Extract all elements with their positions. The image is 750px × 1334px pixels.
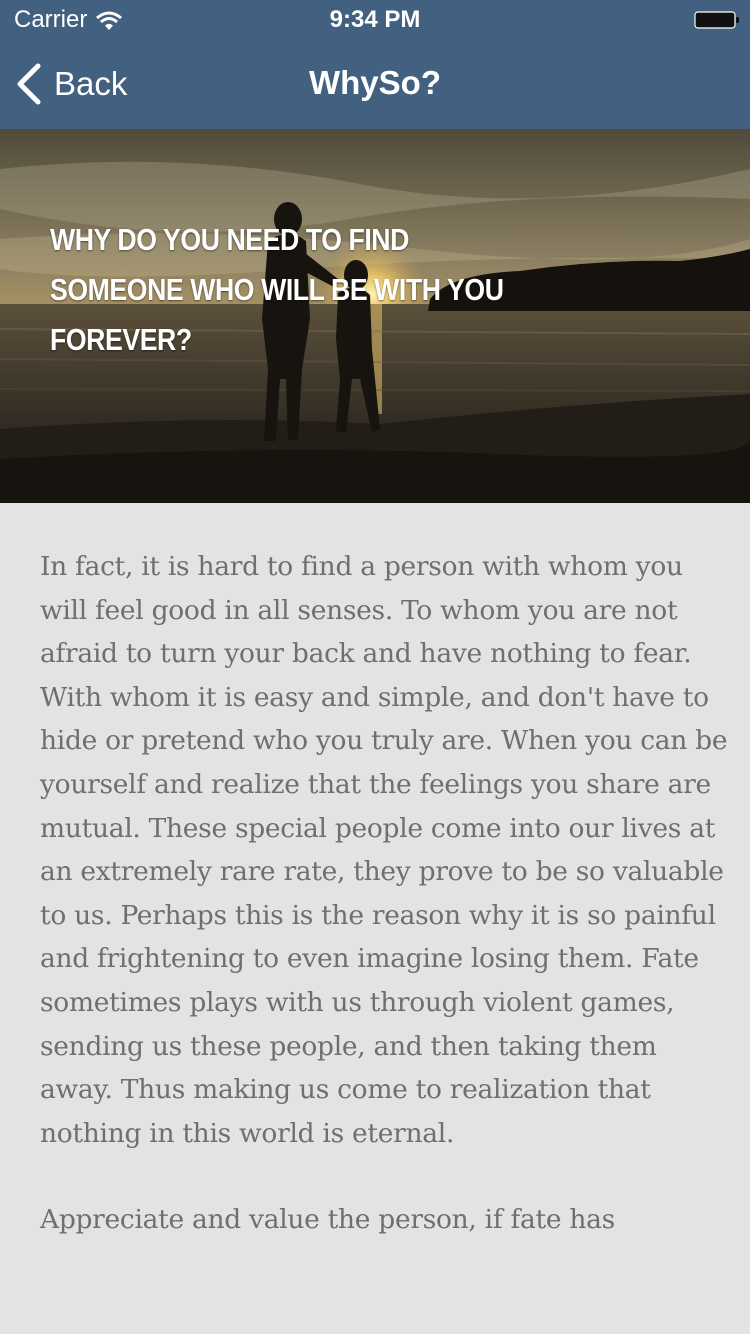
article-paragraph: Appreciate and value the person, if fate… — [40, 1204, 615, 1236]
app-header: Carrier 9:34 PM Back WhySo? — [0, 0, 750, 129]
hero-banner: Why do you need to find someone who will… — [0, 129, 750, 503]
battery-icon — [694, 11, 740, 29]
article-body: In fact, it is hard to find a person wit… — [40, 545, 730, 1285]
article-paragraph: In fact, it is hard to find a person wit… — [40, 551, 728, 1149]
status-bar: Carrier 9:34 PM — [0, 0, 750, 40]
hero-headline: Why do you need to find someone who will… — [50, 222, 504, 357]
page-title: WhySo? — [309, 64, 441, 101]
navigation-bar: Back WhySo? — [0, 40, 750, 129]
status-time: 9:34 PM — [329, 6, 421, 33]
